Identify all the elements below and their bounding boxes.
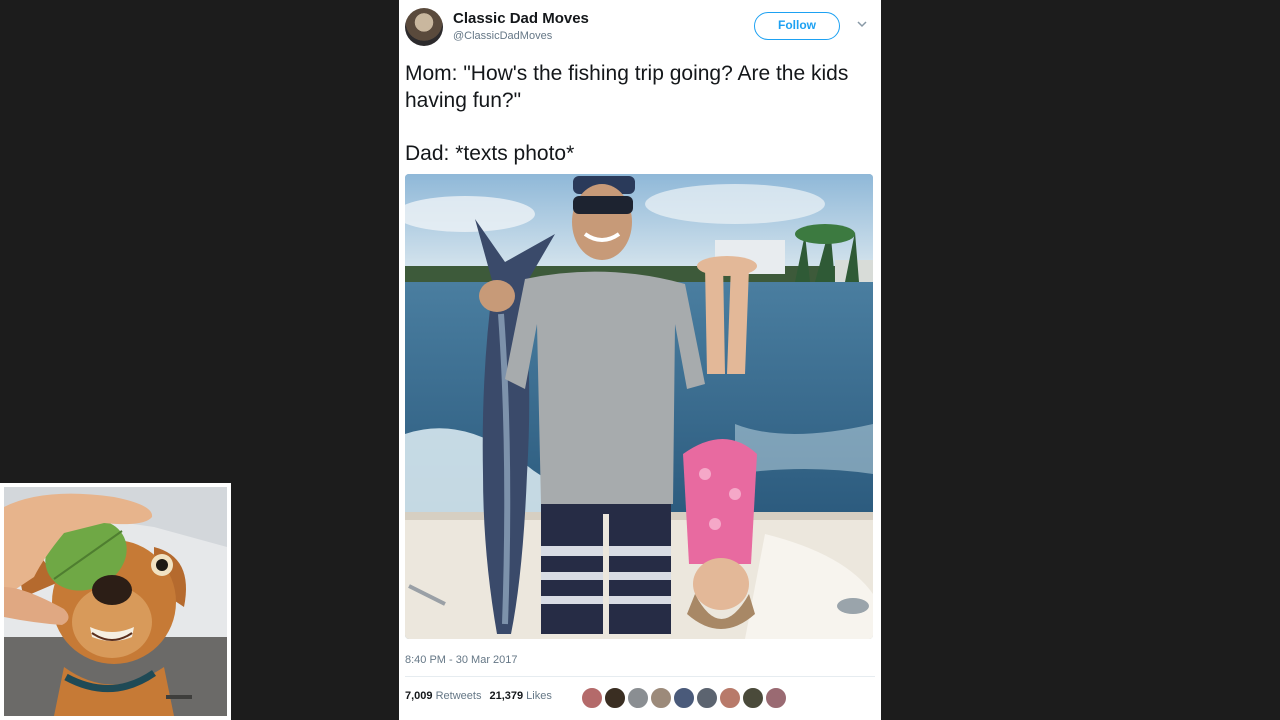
tweet-text: Mom: "How's the fishing trip going? Are … [405, 60, 873, 167]
tweet-text-line: Mom: "How's the fishing trip going? Are … [405, 62, 849, 112]
dog-thumbnail[interactable] [0, 483, 231, 720]
author-display-name[interactable]: Classic Dad Moves [453, 10, 589, 27]
liker-avatar[interactable] [695, 686, 719, 710]
retweets-count: 7,009 [405, 690, 433, 702]
stats-divider [405, 676, 875, 677]
author-handle[interactable]: @ClassicDadMoves [453, 30, 552, 42]
tweet-header: Classic Dad Moves @ClassicDadMoves Follo… [399, 0, 881, 52]
liker-avatar[interactable] [580, 686, 604, 710]
liker-avatar[interactable] [718, 686, 742, 710]
likes-count: 21,379 [489, 690, 524, 702]
liker-avatar[interactable] [626, 686, 650, 710]
liker-avatar[interactable] [741, 686, 765, 710]
tweet-text-line: Dad: *texts photo* [405, 142, 575, 165]
retweets-label: Retweets [435, 690, 482, 702]
liker-avatar[interactable] [603, 686, 627, 710]
tweet-timestamp[interactable]: 8:40 PM - 30 Mar 2017 [405, 654, 518, 666]
likes-label: Likes [526, 690, 552, 702]
tweet-stats: 7,009 Retweets 21,379 Likes [405, 690, 552, 702]
liker-avatar[interactable] [649, 686, 673, 710]
author-avatar[interactable] [405, 8, 443, 46]
tweet-photo[interactable] [405, 174, 873, 639]
fishing-photo-image [405, 174, 873, 639]
dog-image [4, 487, 227, 716]
tweet-card: Classic Dad Moves @ClassicDadMoves Follo… [399, 0, 881, 720]
follow-button[interactable]: Follow [754, 12, 840, 40]
liker-avatar[interactable] [764, 686, 788, 710]
chevron-down-icon[interactable] [855, 17, 869, 31]
retweets-stat[interactable]: 7,009 Retweets [405, 690, 481, 702]
likes-stat[interactable]: 21,379 Likes [489, 690, 551, 702]
liker-avatar[interactable] [672, 686, 696, 710]
